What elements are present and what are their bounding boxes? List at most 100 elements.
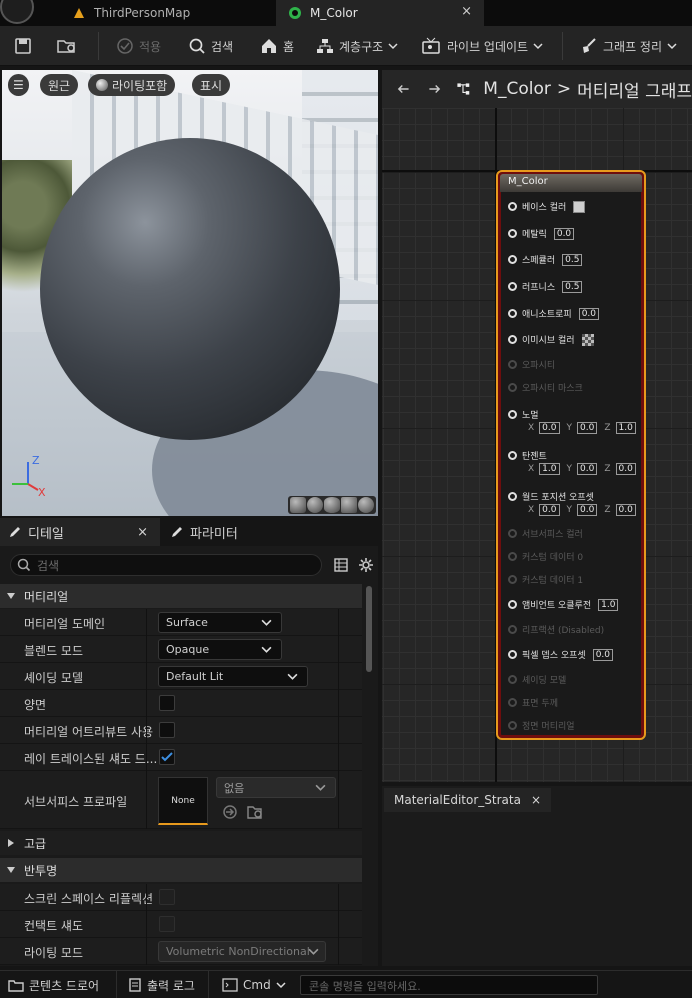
vector-component-input[interactable]: 0.0 <box>615 463 636 475</box>
unreal-logo-icon[interactable] <box>0 0 34 24</box>
tab-strata[interactable]: MaterialEditor_Strata × <box>384 788 551 812</box>
custom-mesh-preview-icon[interactable] <box>358 497 374 513</box>
blend-mode-select[interactable]: Opaque <box>158 639 282 660</box>
console-command-input[interactable]: 콘솔 명령을 입력하세요. <box>300 975 598 995</box>
save-button[interactable] <box>14 34 32 58</box>
details-scrollbar[interactable] <box>366 586 372 672</box>
ssr-checkbox[interactable] <box>159 889 175 905</box>
category-material[interactable]: 머티리얼 <box>0 584 362 608</box>
material-input-pin[interactable]: 베이스 컬러 <box>508 200 586 213</box>
pin-connector-icon[interactable] <box>508 575 517 584</box>
tab-details[interactable]: 디테일 × <box>0 518 160 546</box>
emissive-color-swatch[interactable] <box>581 333 594 346</box>
vector-component-input[interactable]: 0.0 <box>539 504 560 516</box>
preview-viewport[interactable]: ☰ 원근 라이팅포함 표시 Z X <box>2 70 378 516</box>
cube-preview-icon[interactable] <box>341 497 357 513</box>
vector-component-input[interactable]: 0.0 <box>577 504 598 516</box>
pin-connector-icon[interactable] <box>508 625 517 634</box>
material-input-pin[interactable]: 표면 두께 <box>508 696 558 709</box>
close-icon[interactable]: × <box>531 793 541 807</box>
tab-thirdpersonmap[interactable]: ThirdPersonMap <box>60 0 274 26</box>
gear-icon[interactable] <box>358 557 374 573</box>
vector-component-input[interactable]: 0.0 <box>577 422 598 434</box>
pin-connector-icon[interactable] <box>508 335 517 344</box>
cylinder-preview-icon[interactable] <box>290 497 306 513</box>
material-input-pin[interactable]: 커스텀 데이터 1 <box>508 573 583 586</box>
raytraced-shadows-checkbox[interactable] <box>159 749 175 765</box>
tab-m-color[interactable]: M_Color × <box>276 0 484 26</box>
show-button[interactable]: 표시 <box>192 74 231 96</box>
content-drawer-button[interactable]: 콘텐츠 드로어 <box>8 976 99 994</box>
details-search-input[interactable]: 검색 <box>10 554 322 576</box>
pin-connector-icon[interactable] <box>508 698 517 707</box>
close-icon[interactable]: × <box>137 525 148 540</box>
material-input-pin[interactable]: 정면 머티리얼 <box>508 719 575 732</box>
vector-component-input[interactable]: 1.0 <box>539 463 560 475</box>
material-input-pin[interactable]: 월드 포지션 오프셋 <box>508 490 594 503</box>
perspective-button[interactable]: 원근 <box>40 74 79 96</box>
pin-connector-icon[interactable] <box>508 529 517 538</box>
material-output-node[interactable]: M_Color 베이스 컬러 메탈릭 0.0 스페큘러 0.5 러프니스 0.5 애니소트로피… <box>496 170 646 740</box>
pin-value-input[interactable]: 0.0 <box>592 648 614 661</box>
search-button[interactable]: 검색 <box>188 34 233 58</box>
apply-button[interactable]: 적용 <box>116 34 161 58</box>
vector-component-input[interactable]: 0.0 <box>615 504 636 516</box>
material-attributes-checkbox[interactable] <box>159 722 175 738</box>
material-input-pin[interactable]: 메탈릭 0.0 <box>508 227 575 240</box>
shading-model-select[interactable]: Default Lit <box>158 666 308 687</box>
lighting-button[interactable]: 라이팅포함 <box>88 74 176 96</box>
pin-connector-icon[interactable] <box>508 721 517 730</box>
live-update-button[interactable]: 라이브 업데이트 <box>422 34 543 58</box>
two-sided-checkbox[interactable] <box>159 695 175 711</box>
subsurface-thumbnail[interactable]: None <box>158 777 208 825</box>
pin-value-input[interactable]: 0.5 <box>562 280 583 293</box>
vector-component-input[interactable]: 0.0 <box>577 463 598 475</box>
pin-value-input[interactable]: 1.0 <box>598 598 619 611</box>
pin-connector-icon[interactable] <box>508 383 517 392</box>
cmd-select[interactable]: Cmd <box>222 976 286 994</box>
pin-connector-icon[interactable] <box>508 600 517 609</box>
category-advanced[interactable]: 고급 <box>0 831 362 855</box>
material-input-pin[interactable]: 앰비언트 오클루전 1.0 <box>508 598 619 611</box>
pin-connector-icon[interactable] <box>508 675 517 684</box>
tab-parameters[interactable]: 파라미터 <box>162 518 312 546</box>
pin-value-input[interactable]: 0.0 <box>553 227 575 240</box>
material-graph[interactable]: M_Color > 머티리얼 그래프 M_Color 베이스 컬러 메탈릭 0.0 스… <box>382 70 692 782</box>
material-input-pin[interactable]: 리프랙션 (Disabled) <box>508 623 604 636</box>
category-translucency[interactable]: 반투명 <box>0 858 362 882</box>
material-input-pin[interactable]: 커스텀 데이터 0 <box>508 550 583 563</box>
material-input-pin[interactable]: 탄젠트 <box>508 449 547 462</box>
pin-connector-icon[interactable] <box>508 552 517 561</box>
pin-connector-icon[interactable] <box>508 650 517 659</box>
pin-connector-icon[interactable] <box>508 451 517 460</box>
vector-component-input[interactable]: 1.0 <box>615 422 636 434</box>
graph-hierarchy-icon[interactable] <box>456 79 471 99</box>
lighting-mode-select[interactable]: Volumetric NonDirectional <box>158 941 326 962</box>
home-button[interactable]: 홈 <box>260 34 294 58</box>
material-input-pin[interactable]: 오파시티 마스크 <box>508 381 583 394</box>
breadcrumb-asset[interactable]: M_Color <box>483 79 551 99</box>
subsurface-profile-select[interactable]: 없음 <box>216 777 336 798</box>
material-input-pin[interactable]: 러프니스 0.5 <box>508 280 583 293</box>
sphere-preview-icon[interactable] <box>307 497 323 513</box>
pin-connector-icon[interactable] <box>508 492 517 501</box>
pin-value-input[interactable]: 0.0 <box>578 307 600 320</box>
material-input-pin[interactable]: 애니소트로피 0.0 <box>508 307 600 320</box>
material-input-pin[interactable]: 셰이딩 모델 <box>508 673 566 686</box>
material-domain-select[interactable]: Surface <box>158 612 282 633</box>
pin-connector-icon[interactable] <box>508 282 517 291</box>
material-input-pin[interactable]: 픽셀 뎁스 오프셋 0.0 <box>508 648 614 661</box>
plane-preview-icon[interactable] <box>324 497 340 513</box>
back-arrow-icon[interactable] <box>396 81 410 97</box>
browse-button[interactable] <box>56 34 78 58</box>
close-icon[interactable]: × <box>461 4 472 19</box>
material-input-pin[interactable]: 노멀 <box>508 408 539 421</box>
forward-arrow-icon[interactable] <box>428 81 442 97</box>
output-log-button[interactable]: 출력 로그 <box>128 976 195 994</box>
material-input-pin[interactable]: 서브서피스 컬러 <box>508 527 583 540</box>
pin-connector-icon[interactable] <box>508 255 517 264</box>
material-input-pin[interactable]: 이미시브 컬러 <box>508 333 594 346</box>
use-selected-icon[interactable] <box>222 804 238 820</box>
browse-asset-icon[interactable] <box>246 803 264 821</box>
pin-connector-icon[interactable] <box>508 309 517 318</box>
